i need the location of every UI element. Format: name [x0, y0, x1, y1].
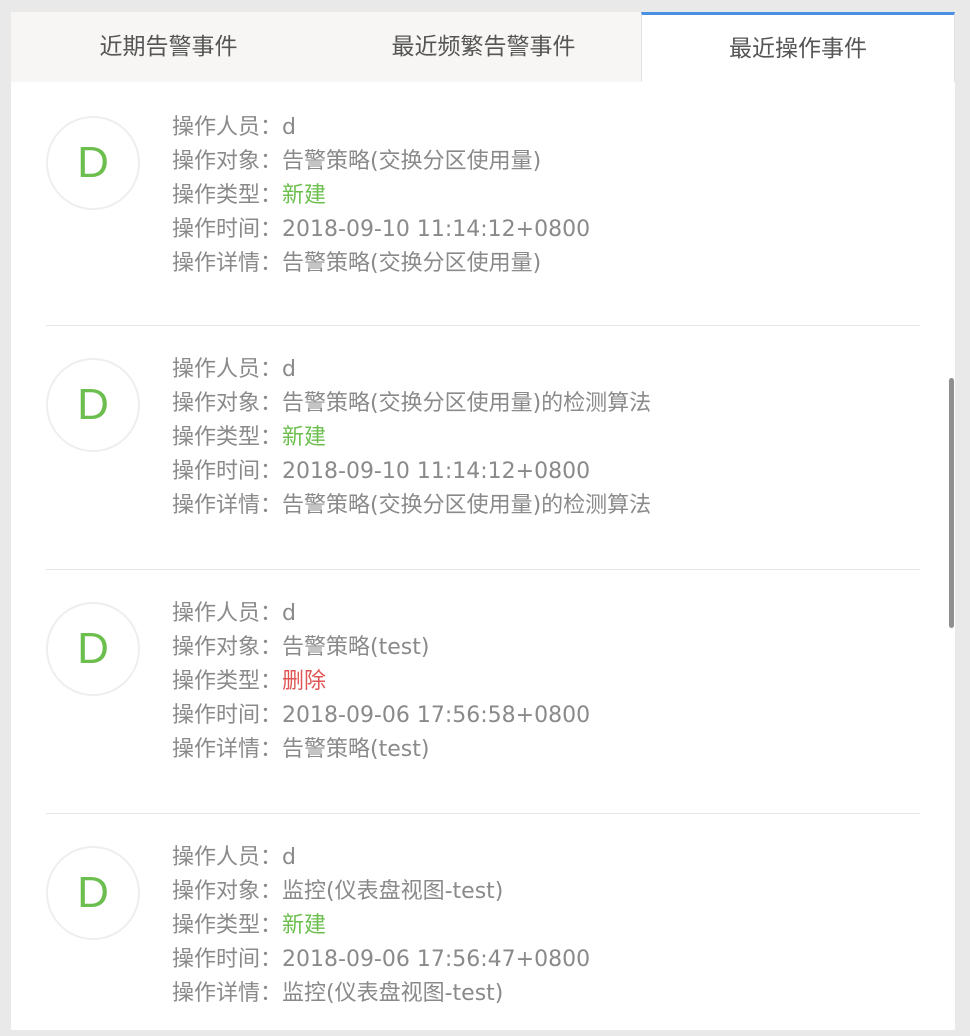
target-value: 告警策略(交换分区使用量) — [282, 149, 542, 174]
detail-label: 操作详情： — [172, 981, 283, 1006]
target-row: 操作对象：告警策略(交换分区使用量)的检测算法 — [172, 387, 912, 421]
detail-row: 操作详情：告警策略(交换分区使用量) — [172, 247, 912, 281]
tab-recent-operation-events[interactable]: 最近操作事件 — [641, 12, 955, 82]
event-details: 操作人员：d 操作对象：监控(仪表盘视图-test) 操作类型：新建 操作时间：… — [172, 841, 912, 1011]
time-row: 操作时间：2018-09-06 17:56:58+0800 — [172, 699, 912, 733]
list-item: D 操作人员：d 操作对象：告警策略(交换分区使用量)的检测算法 操作类型：新建… — [46, 326, 920, 570]
type-value: 新建 — [282, 913, 327, 938]
detail-row: 操作详情：告警策略(test) — [172, 733, 912, 767]
operator-label: 操作人员： — [172, 115, 283, 140]
operator-value: d — [282, 115, 296, 140]
target-label: 操作对象： — [172, 149, 283, 174]
type-row: 操作类型：新建 — [172, 909, 912, 943]
avatar: D — [46, 358, 140, 452]
target-label: 操作对象： — [172, 635, 283, 660]
detail-value: 告警策略(test) — [282, 737, 430, 762]
type-label: 操作类型： — [172, 183, 283, 208]
type-label: 操作类型： — [172, 669, 283, 694]
type-label: 操作类型： — [172, 425, 283, 450]
operator-value: d — [282, 845, 296, 870]
type-row: 操作类型：新建 — [172, 421, 912, 455]
list-item: D 操作人员：d 操作对象：告警策略(交换分区使用量) 操作类型：新建 操作时间… — [46, 82, 920, 326]
tab-recent-alarm-events[interactable]: 近期告警事件 — [11, 12, 326, 82]
time-row: 操作时间：2018-09-10 11:14:12+0800 — [172, 455, 912, 489]
events-panel: 近期告警事件 最近频繁告警事件 最近操作事件 D 操作人员：d 操作对象：告警策… — [11, 12, 955, 1030]
operator-row: 操作人员：d — [172, 597, 912, 631]
type-value: 删除 — [282, 669, 327, 694]
time-row: 操作时间：2018-09-10 11:14:12+0800 — [172, 213, 912, 247]
list-item: D 操作人员：d 操作对象：监控(仪表盘视图-test) 操作类型：新建 操作时… — [46, 814, 920, 1030]
tab-bar: 近期告警事件 最近频繁告警事件 最近操作事件 — [11, 12, 955, 82]
operator-label: 操作人员： — [172, 601, 283, 626]
operator-value: d — [282, 357, 296, 382]
operator-value: d — [282, 601, 296, 626]
time-label: 操作时间： — [172, 947, 283, 972]
target-row: 操作对象：告警策略(test) — [172, 631, 912, 665]
tab-frequent-alarm-events[interactable]: 最近频繁告警事件 — [326, 12, 641, 82]
avatar: D — [46, 602, 140, 696]
detail-value: 告警策略(交换分区使用量) — [282, 251, 542, 276]
detail-label: 操作详情： — [172, 251, 283, 276]
list-item: D 操作人员：d 操作对象：告警策略(test) 操作类型：删除 操作时间：20… — [46, 570, 920, 814]
target-row: 操作对象：监控(仪表盘视图-test) — [172, 875, 912, 909]
type-row: 操作类型：新建 — [172, 179, 912, 213]
event-details: 操作人员：d 操作对象：告警策略(交换分区使用量)的检测算法 操作类型：新建 操… — [172, 353, 912, 523]
target-value: 告警策略(test) — [282, 635, 430, 660]
target-label: 操作对象： — [172, 879, 283, 904]
time-label: 操作时间： — [172, 703, 283, 728]
event-details: 操作人员：d 操作对象：告警策略(test) 操作类型：删除 操作时间：2018… — [172, 597, 912, 767]
time-value: 2018-09-10 11:14:12+0800 — [282, 459, 591, 484]
detail-value: 监控(仪表盘视图-test) — [282, 981, 504, 1006]
time-value: 2018-09-06 17:56:47+0800 — [282, 947, 591, 972]
target-label: 操作对象： — [172, 391, 283, 416]
type-label: 操作类型： — [172, 913, 283, 938]
target-value: 告警策略(交换分区使用量)的检测算法 — [282, 391, 652, 416]
time-value: 2018-09-10 11:14:12+0800 — [282, 217, 591, 242]
vertical-scrollbar-thumb[interactable] — [949, 378, 954, 628]
type-value: 新建 — [282, 183, 327, 208]
type-value: 新建 — [282, 425, 327, 450]
detail-row: 操作详情：监控(仪表盘视图-test) — [172, 977, 912, 1011]
operator-row: 操作人员：d — [172, 841, 912, 875]
time-label: 操作时间： — [172, 459, 283, 484]
avatar: D — [46, 116, 140, 210]
operator-row: 操作人员：d — [172, 111, 912, 145]
operator-row: 操作人员：d — [172, 353, 912, 387]
target-row: 操作对象：告警策略(交换分区使用量) — [172, 145, 912, 179]
detail-value: 告警策略(交换分区使用量)的检测算法 — [282, 493, 652, 518]
detail-row: 操作详情：告警策略(交换分区使用量)的检测算法 — [172, 489, 912, 523]
type-row: 操作类型：删除 — [172, 665, 912, 699]
event-details: 操作人员：d 操作对象：告警策略(交换分区使用量) 操作类型：新建 操作时间：2… — [172, 111, 912, 281]
time-label: 操作时间： — [172, 217, 283, 242]
detail-label: 操作详情： — [172, 493, 283, 518]
detail-label: 操作详情： — [172, 737, 283, 762]
time-row: 操作时间：2018-09-06 17:56:47+0800 — [172, 943, 912, 977]
operation-event-list[interactable]: D 操作人员：d 操作对象：告警策略(交换分区使用量) 操作类型：新建 操作时间… — [11, 82, 955, 1030]
target-value: 监控(仪表盘视图-test) — [282, 879, 504, 904]
operator-label: 操作人员： — [172, 845, 283, 870]
operator-label: 操作人员： — [172, 357, 283, 382]
avatar: D — [46, 846, 140, 940]
time-value: 2018-09-06 17:56:58+0800 — [282, 703, 591, 728]
